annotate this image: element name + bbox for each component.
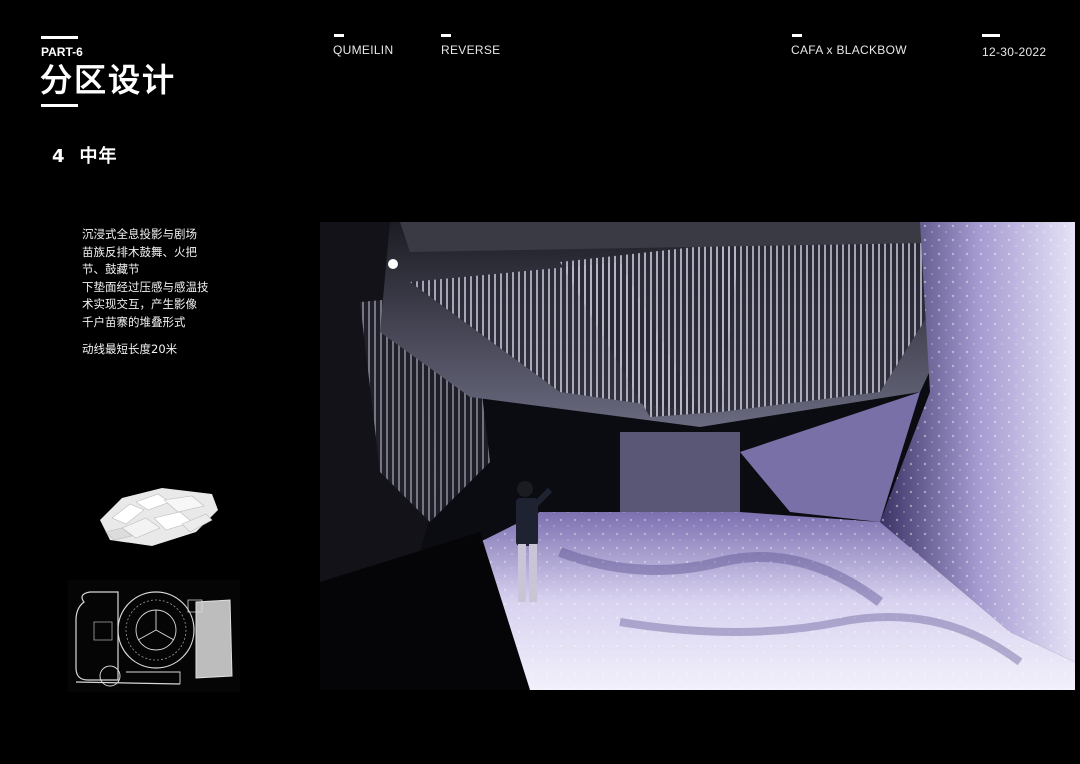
project-subtitle: REVERSE bbox=[441, 43, 501, 57]
section-name: 中年 bbox=[79, 146, 118, 167]
date-accent-bar bbox=[982, 34, 1000, 37]
floor-plan-image bbox=[68, 580, 240, 692]
description-block: 沉浸式全息投影与剧场 苗族反排木鼓舞、火把 节、鼓藏节 下垫面经过压感与感温技 … bbox=[82, 226, 209, 359]
description-line: 术实现交互，产生影像 bbox=[82, 297, 197, 311]
date-label: 12-30-2022 bbox=[982, 45, 1047, 59]
collab-accent-bar bbox=[792, 34, 802, 37]
section-number: 4 bbox=[52, 146, 66, 167]
description-line: 沉浸式全息投影与剧场 bbox=[82, 227, 197, 241]
description-line: 下垫面经过压感与感温技 bbox=[82, 279, 209, 294]
description-line: 千户苗寨的堆叠形式 bbox=[82, 314, 186, 329]
project-name: QUMEILIN bbox=[333, 43, 394, 57]
massing-model-image bbox=[100, 488, 218, 546]
immersive-hall-render bbox=[320, 222, 1075, 690]
subtitle-accent-bar bbox=[441, 34, 451, 37]
description-line: 苗族反排木鼓舞、火把 bbox=[82, 244, 197, 259]
page-title: 分区设计 bbox=[40, 61, 177, 99]
title-underline bbox=[41, 104, 78, 107]
description-note: 动线最短长度20米 bbox=[82, 342, 178, 356]
collab-label: CAFA x BLACKBOW bbox=[791, 43, 907, 57]
project-accent-bar bbox=[334, 34, 344, 37]
part-label: PART-6 bbox=[41, 45, 83, 59]
part-accent-bar bbox=[41, 36, 78, 39]
description-line: 节、鼓藏节 bbox=[82, 262, 140, 276]
presentation-page: PART-6 分区设计 QUMEILIN REVERSE CAFA x BLAC… bbox=[0, 0, 1080, 764]
section-heading: 4 中年 bbox=[52, 142, 118, 168]
